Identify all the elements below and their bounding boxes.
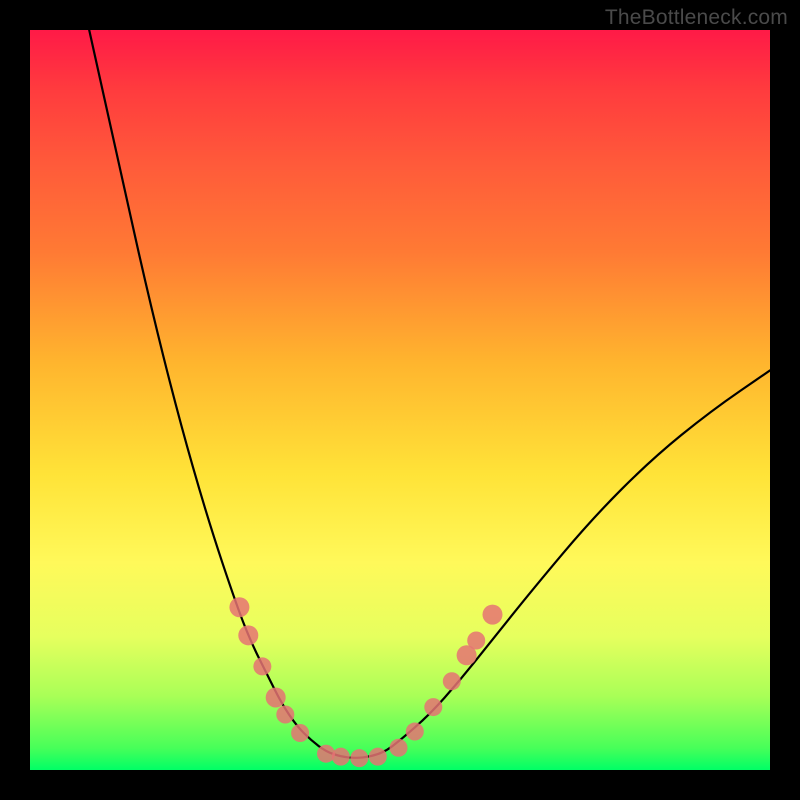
curve-marker [369, 748, 387, 766]
curve-marker [266, 687, 286, 707]
chart-container: TheBottleneck.com [0, 0, 800, 800]
curve-marker [332, 748, 350, 766]
curve-marker [291, 724, 309, 742]
curve-marker [317, 745, 335, 763]
curve-marker [406, 723, 424, 741]
curve-marker [238, 625, 258, 645]
curve-marker [253, 657, 271, 675]
curve-marker [443, 672, 461, 690]
curve-marker [276, 706, 294, 724]
curve-marker [424, 698, 442, 716]
curve-marker [350, 749, 368, 767]
plot-area [30, 30, 770, 770]
curve-svg [30, 30, 770, 770]
curve-marker [390, 739, 408, 757]
watermark-text: TheBottleneck.com [605, 6, 788, 30]
curve-marker [483, 605, 503, 625]
bottleneck-curve [89, 30, 770, 758]
curve-marker [467, 632, 485, 650]
curve-marker [229, 597, 249, 617]
